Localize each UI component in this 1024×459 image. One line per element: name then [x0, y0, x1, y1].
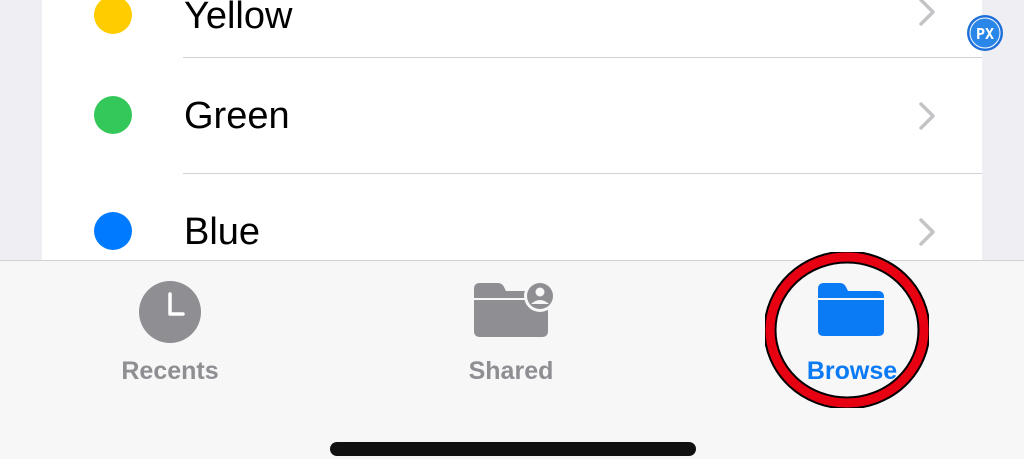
tab-bar: Recents Shared Browse: [0, 260, 1024, 459]
chevron-right-icon: [919, 218, 935, 246]
blue-tag-dot: [94, 212, 132, 250]
tab-label: Recents: [121, 357, 219, 385]
tab-shared[interactable]: Shared: [411, 261, 611, 421]
watermark-text: PX: [976, 25, 994, 43]
tag-row-yellow[interactable]: Yellow: [42, 0, 982, 58]
yellow-tag-dot: [94, 0, 132, 34]
tag-row-green[interactable]: Green: [42, 58, 982, 174]
tab-recents[interactable]: Recents: [70, 261, 270, 421]
chevron-right-icon: [919, 102, 935, 130]
px-watermark-logo: PX: [967, 15, 1003, 51]
tag-row-blue[interactable]: Blue: [42, 174, 982, 262]
folder-icon: [818, 283, 884, 336]
green-tag-dot: [94, 96, 132, 134]
tab-browse[interactable]: Browse: [752, 261, 952, 421]
home-indicator[interactable]: [330, 442, 696, 456]
tab-label: Shared: [468, 357, 554, 385]
shared-folder-icon: [474, 280, 556, 337]
chevron-right-icon: [919, 0, 935, 26]
tag-label: Yellow: [184, 0, 293, 37]
clock-icon: [139, 281, 201, 343]
tag-label: Green: [184, 95, 290, 137]
tab-label: Browse: [806, 357, 898, 385]
tag-label: Blue: [184, 211, 261, 253]
tags-list: Yellow Green Blue: [42, 0, 982, 262]
